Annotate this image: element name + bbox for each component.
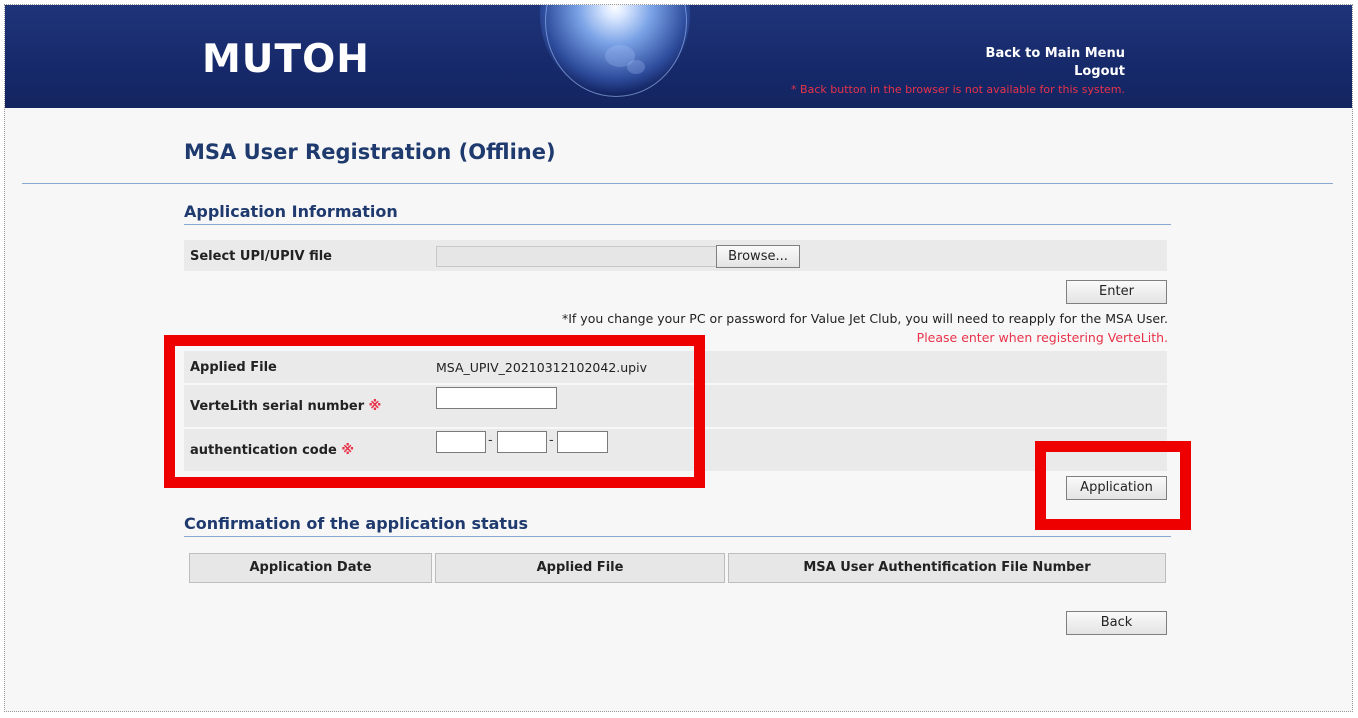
application-info-divider — [184, 224, 1171, 225]
header-flare — [627, 60, 645, 74]
column-applied-file: Applied File — [435, 553, 725, 583]
select-file-label: Select UPI/UPIV file — [190, 249, 332, 264]
highlight-box-vertelith-fields — [164, 335, 705, 488]
page-title: MSA User Registration (Offline) — [184, 140, 556, 164]
vertelith-note: Please enter when registering VerteLith. — [916, 330, 1168, 345]
title-divider — [22, 183, 1333, 184]
reapply-note: *If you change your PC or password for V… — [562, 311, 1168, 326]
highlight-box-application-button — [1035, 441, 1191, 530]
file-path-field[interactable] — [436, 246, 716, 267]
browser-back-note: * Back button in the browser is not avai… — [791, 83, 1125, 96]
back-to-main-menu-link[interactable]: Back to Main Menu — [791, 45, 1125, 63]
status-section-divider — [184, 536, 1171, 537]
back-button[interactable]: Back — [1066, 611, 1167, 635]
header-banner: MUTOH Back to Main Menu Logout * Back bu… — [5, 5, 1352, 108]
application-info-title: Application Information — [184, 202, 398, 221]
enter-button[interactable]: Enter — [1066, 280, 1167, 304]
column-msa-auth-file-number: MSA User Authentification File Number — [728, 553, 1166, 583]
logout-link[interactable]: Logout — [791, 63, 1125, 81]
header-links: Back to Main Menu Logout * Back button i… — [791, 45, 1125, 99]
status-section-title: Confirmation of the application status — [184, 514, 528, 533]
mutoh-logo[interactable]: MUTOH — [202, 40, 370, 80]
column-application-date: Application Date — [189, 553, 432, 583]
browse-button[interactable]: Browse... — [716, 245, 800, 268]
